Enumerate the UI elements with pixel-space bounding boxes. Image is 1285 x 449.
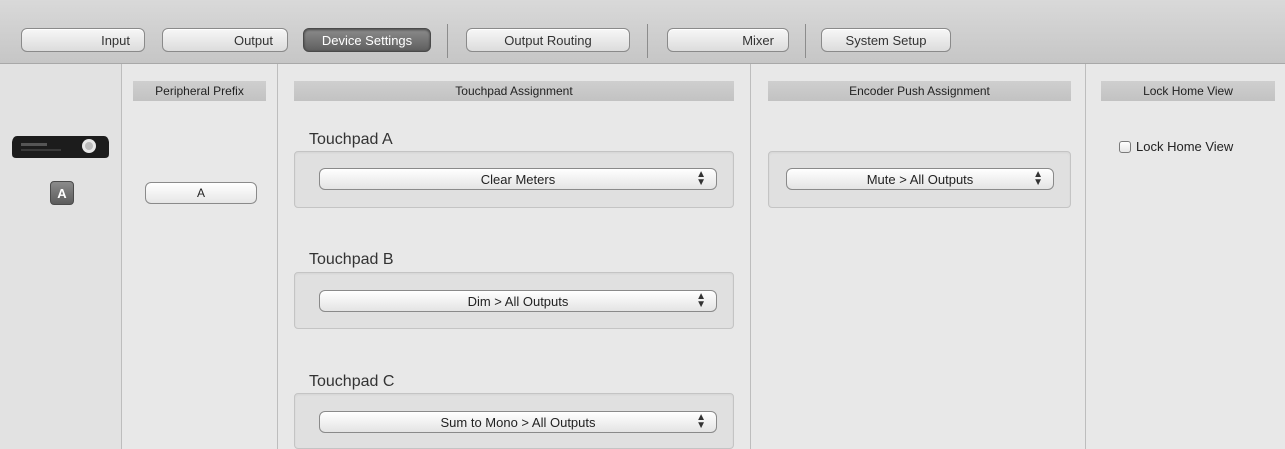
touchpad-b-value: Dim > All Outputs — [467, 293, 569, 309]
touchpad-b-select[interactable]: Dim > All Outputs ▲ ▼ — [319, 290, 717, 312]
toolbar-separator — [647, 24, 648, 58]
touchpad-b-label: Touchpad B — [309, 251, 394, 268]
touchpad-a-select[interactable]: Clear Meters ▲ ▼ — [319, 168, 717, 190]
column-divider — [750, 64, 751, 449]
peripheral-prefix-header: Peripheral Prefix — [133, 81, 266, 101]
encoder-push-value: Mute > All Outputs — [866, 171, 974, 187]
peripheral-badge[interactable]: A — [50, 181, 74, 205]
select-arrows-icon: ▲ ▼ — [1033, 169, 1043, 188]
column-divider — [121, 64, 122, 449]
touchpad-a-label: Touchpad A — [309, 131, 393, 148]
column-divider — [277, 64, 278, 449]
encoder-push-select[interactable]: Mute > All Outputs ▲ ▼ — [786, 168, 1054, 190]
tab-mixer[interactable]: Mixer — [667, 28, 789, 52]
touchpad-c-value: Sum to Mono > All Outputs — [440, 414, 596, 430]
tab-device-settings[interactable]: Device Settings — [303, 28, 431, 52]
lock-home-view-label: Lock Home View — [1136, 139, 1234, 154]
tab-output-routing[interactable]: Output Routing — [466, 28, 630, 52]
touchpad-assignment-header: Touchpad Assignment — [294, 81, 734, 101]
tab-output[interactable]: Output — [162, 28, 288, 52]
tab-system-setup[interactable]: System Setup — [821, 28, 951, 52]
touchpad-a-value: Clear Meters — [480, 171, 556, 187]
lock-home-view-header: Lock Home View — [1101, 81, 1275, 101]
peripheral-prefix-field[interactable]: A — [145, 182, 257, 204]
select-arrows-icon: ▲ ▼ — [696, 169, 706, 188]
encoder-push-assignment-header: Encoder Push Assignment — [768, 81, 1071, 101]
toolbar-separator — [447, 24, 448, 58]
top-toolbar: Input Output Device Settings Output Rout… — [0, 0, 1285, 64]
audio-interface-icon[interactable] — [11, 134, 110, 160]
toolbar-separator — [805, 24, 806, 58]
select-arrows-icon: ▲ ▼ — [696, 291, 706, 310]
touchpad-c-label: Touchpad C — [309, 373, 395, 390]
column-divider — [1085, 64, 1086, 449]
tab-input[interactable]: Input — [21, 28, 145, 52]
touchpad-c-select[interactable]: Sum to Mono > All Outputs ▲ ▼ — [319, 411, 717, 433]
device-strip — [0, 64, 121, 449]
select-arrows-icon: ▲ ▼ — [696, 412, 706, 431]
lock-home-view-option[interactable]: Lock Home View — [1119, 139, 1233, 154]
lock-home-view-checkbox[interactable] — [1119, 140, 1131, 153]
